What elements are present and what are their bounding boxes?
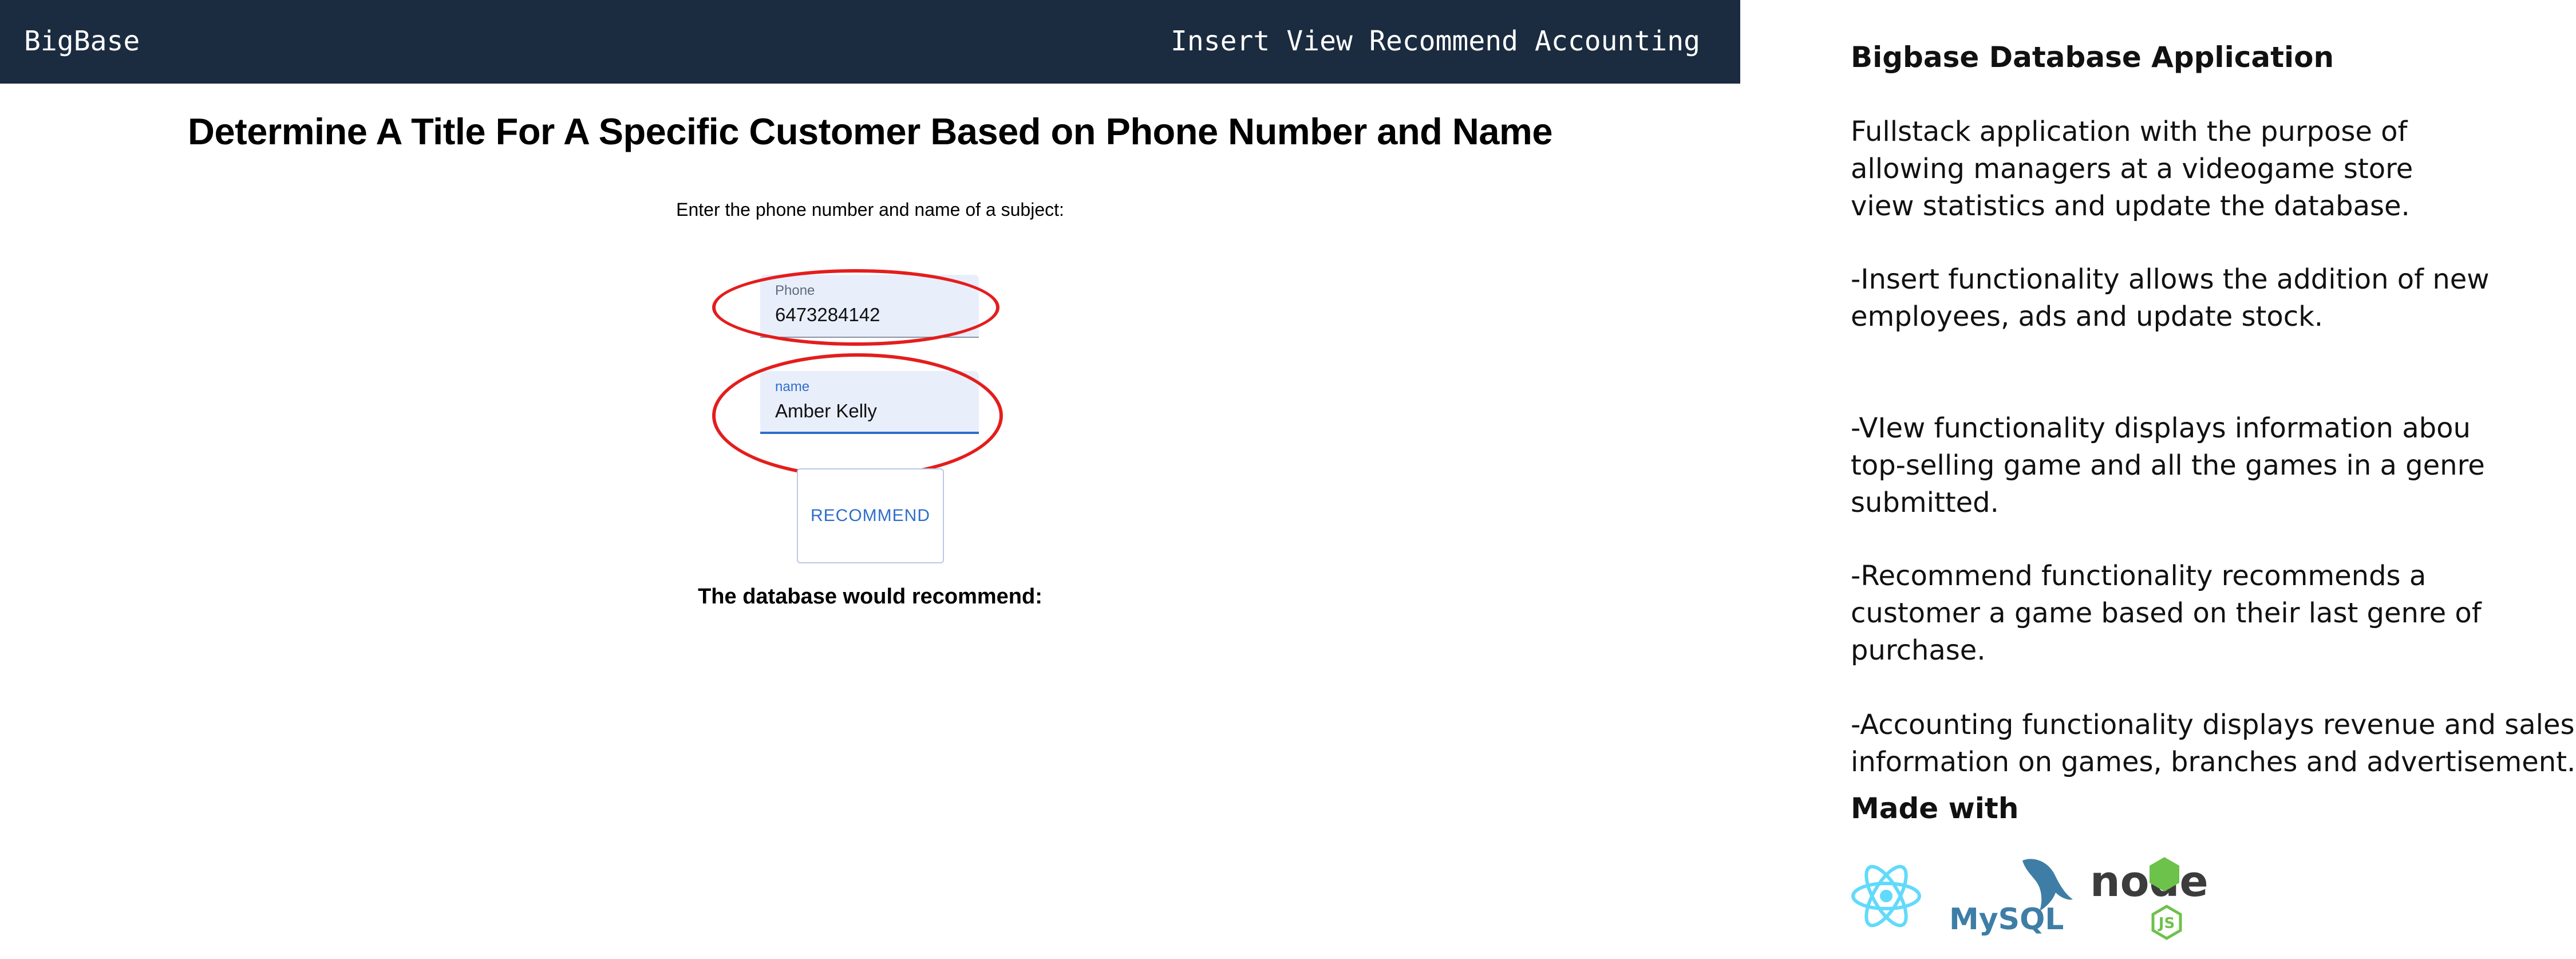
nodejs-logo-icon: node JS	[2090, 857, 2208, 940]
paragraph-line: information on games, branches and adver…	[1851, 746, 2576, 778]
description-paragraph: -Recommend functionality recommends a cu…	[1851, 558, 2482, 669]
paragraph-line: purchase.	[1851, 634, 1986, 666]
nodejs-badge: JS	[2158, 915, 2175, 932]
description-paragraph: Fullstack application with the purpose o…	[1851, 113, 2413, 225]
page-title: Determine A Title For A Specific Custome…	[188, 110, 1552, 152]
made-with-heading: Made with	[1851, 792, 2019, 825]
paragraph-line: allowing managers at a videogame store	[1851, 153, 2413, 185]
paragraph-line: Fullstack application with the purpose o…	[1851, 116, 2408, 148]
recommend-button[interactable]: RECOMMEND	[797, 468, 944, 563]
phone-highlight-circle	[712, 269, 999, 346]
instruction-text: Enter the phone number and name of a sub…	[676, 199, 1064, 220]
description-paragraph: -VIew functionality displays information…	[1851, 410, 2485, 522]
app-screenshot: BigBase Insert View Recommend Accounting…	[0, 0, 1740, 954]
description-title: Bigbase Database Application	[1851, 41, 2334, 74]
paragraph-line: -Accounting functionality displays reven…	[1851, 709, 2575, 741]
name-highlight-circle	[712, 353, 1003, 478]
tech-logos: MySQL node JS	[1851, 857, 2208, 940]
react-logo-icon	[1851, 865, 1921, 928]
mysql-logo-icon: MySQL	[1949, 859, 2073, 937]
paragraph-line: employees, ads and update stock.	[1851, 301, 2324, 333]
paragraph-line: -Insert functionality allows the additio…	[1851, 263, 2490, 295]
mysql-wordmark: MySQL	[1949, 902, 2064, 937]
nav-accounting[interactable]: Accounting	[1535, 25, 1700, 57]
nav-recommend[interactable]: Recommend	[1369, 25, 1518, 57]
paragraph-line: submitted.	[1851, 487, 1999, 519]
paragraph-line: -Recommend functionality recommends a	[1851, 560, 2427, 592]
navbar: BigBase Insert View Recommend Accounting	[0, 0, 1740, 84]
brand-logo[interactable]: BigBase	[24, 25, 140, 57]
nav-view[interactable]: View	[1286, 25, 1353, 57]
paragraph-line: top-selling game and all the games in a …	[1851, 449, 2485, 482]
paragraph-line: -VIew functionality displays information…	[1851, 412, 2471, 444]
nav-links: Insert View Recommend Accounting	[1171, 25, 1700, 57]
paragraph-line: view statistics and update the database.	[1851, 190, 2410, 222]
description-paragraph: -Accounting functionality displays reven…	[1851, 707, 2575, 781]
paragraph-line: customer a game based on their last genr…	[1851, 597, 2482, 629]
result-label: The database would recommend:	[698, 585, 1042, 609]
nav-insert[interactable]: Insert	[1171, 25, 1270, 57]
description-paragraph: -Insert functionality allows the additio…	[1851, 261, 2490, 336]
nodejs-wordmark: node	[2090, 857, 2208, 906]
